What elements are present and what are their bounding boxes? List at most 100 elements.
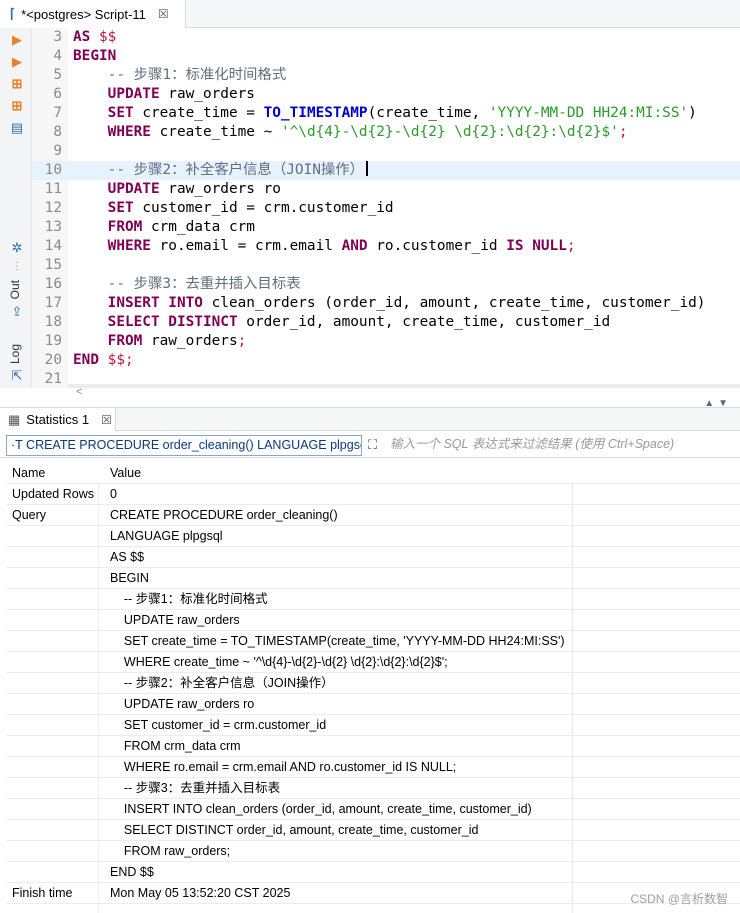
table-row[interactable]: Updated Rows 0 (6, 484, 740, 505)
code-text: END $$; (73, 351, 134, 370)
code-line[interactable]: 20 END $$; (32, 351, 740, 370)
line-number: 19 (44, 333, 62, 349)
table-row[interactable]: -- 步骤1：标准化时间格式 (6, 589, 740, 610)
code-line[interactable]: 4 BEGIN (32, 47, 740, 66)
code-token: ro.customer_id (367, 238, 507, 254)
code-text: WHERE ro.email = crm.email AND ro.custom… (73, 237, 576, 256)
results-tab-bar: ▦ Statistics 1 ☒ (0, 407, 740, 431)
explain-plan-icon[interactable]: ▤ (9, 120, 25, 136)
code-text: -- 步骤2：补全客户信息（JOIN操作） (73, 161, 369, 180)
table-row[interactable]: BEGIN (6, 568, 740, 589)
code-line[interactable]: 7 SET create_time = TO_TIMESTAMP(create_… (32, 104, 740, 123)
sql-editor[interactable]: 3 AS $$ 4 BEGIN 5 -- 步骤1：标准化时间格式 6 UPDATE raw… (32, 28, 740, 388)
code-line[interactable]: 15 (32, 256, 740, 275)
code-token: IS NULL (506, 238, 567, 254)
code-line[interactable]: 11 UPDATE raw_orders ro (32, 180, 740, 199)
code-line[interactable]: 19 FROM raw_orders; (32, 332, 740, 351)
line-number: 13 (44, 219, 62, 235)
filter-expand-icon[interactable]: ⛶ (368, 437, 377, 453)
code-line[interactable]: 16 -- 步骤3：去重并插入目标表 (32, 275, 740, 294)
table-row[interactable]: UPDATE raw_orders ro (6, 694, 740, 715)
tab-statistics-1[interactable]: ▦ Statistics 1 ☒ (0, 408, 116, 431)
table-row[interactable]: UPDATE raw_orders (6, 610, 740, 631)
code-line[interactable]: 5 -- 步骤1：标准化时间格式 (32, 66, 740, 85)
settings-gear-icon[interactable]: ✲ (9, 240, 25, 256)
table-row[interactable]: -- 步骤3：去重并插入目标表 (6, 778, 740, 799)
code-line[interactable]: 14 WHERE ro.email = crm.email AND ro.cus… (32, 237, 740, 256)
code-token: create_time ~ (150, 124, 281, 140)
close-icon[interactable]: ☒ (158, 7, 169, 21)
code-token: ro.email = crm.email (150, 238, 342, 254)
table-row[interactable]: LANGUAGE plpgsql (6, 526, 740, 547)
code-token: order_id, amount, create_time, customer_… (237, 314, 611, 330)
log-panel-label[interactable]: Log (8, 344, 22, 364)
table-row[interactable]: SET customer_id = crm.customer_id (6, 715, 740, 736)
execute-script-icon[interactable]: ⊞ (9, 76, 25, 92)
code-token: UPDATE (107, 86, 160, 102)
output-panel-label[interactable]: Out (8, 280, 22, 299)
table-row[interactable]: WHERE ro.email = crm.email AND ro.custom… (6, 757, 740, 778)
more-dots-icon[interactable]: ⋮ (9, 258, 25, 274)
line-number: 16 (44, 276, 62, 292)
code-line[interactable]: 8 WHERE create_time ~ '^\d{4}-\d{2}-\d{2… (32, 123, 740, 142)
code-token: UPDATE (107, 181, 160, 197)
table-row[interactable]: SET create_time = TO_TIMESTAMP(create_ti… (6, 631, 740, 652)
cell-value: WHERE create_time ~ '^\d{4}-\d{2}-\d{2} … (110, 655, 448, 669)
cell-value: BEGIN (110, 571, 149, 585)
close-icon[interactable]: ☒ (101, 413, 112, 427)
code-line[interactable]: 3 AS $$ (32, 28, 740, 47)
scroll-left-icon[interactable]: < (76, 386, 82, 398)
code-line[interactable]: 12 SET customer_id = crm.customer_id (32, 199, 740, 218)
table-row[interactable]: END $$ (6, 862, 740, 883)
line-number: 17 (44, 295, 62, 311)
watermark: CSDN @言析数智 (630, 892, 728, 906)
results-filter-bar: ·T CREATE PROCEDURE order_cleaning() LAN… (0, 432, 740, 458)
code-line[interactable]: 9 (32, 142, 740, 161)
code-token: ; (237, 333, 247, 349)
header-value[interactable]: Value (110, 463, 141, 484)
cell-value: UPDATE raw_orders ro (110, 697, 255, 711)
filter-expression-input[interactable]: 输入一个 SQL 表达式来过滤结果 (使用 Ctrl+Space) (390, 435, 736, 456)
cell-value: FROM raw_orders; (110, 844, 231, 858)
table-row[interactable]: FROM raw_orders; (6, 841, 740, 862)
horizontal-scrollbar[interactable] (68, 384, 740, 388)
tab-statistics-title: Statistics 1 (26, 412, 90, 427)
table-row[interactable]: SELECT DISTINCT order_id, amount, create… (6, 820, 740, 841)
line-number: 12 (44, 200, 62, 216)
line-number: 11 (44, 181, 62, 197)
table-row[interactable]: -- 步骤2：补全客户信息（JOIN操作） (6, 673, 740, 694)
code-line[interactable]: 6 UPDATE raw_orders (32, 85, 740, 104)
cell-name: Updated Rows (12, 487, 94, 501)
code-text: SET create_time = TO_TIMESTAMP(create_ti… (73, 104, 697, 123)
line-number: 14 (44, 238, 62, 254)
log-toggle-icon[interactable]: ⇱ (9, 368, 25, 384)
code-token: customer_id = crm.customer_id (133, 200, 394, 216)
line-number: 8 (53, 124, 62, 140)
code-line[interactable]: 17 INSERT INTO clean_orders (order_id, a… (32, 294, 740, 313)
tab-script-title: *<postgres> Script-11 (21, 6, 146, 22)
code-token: FROM (107, 219, 143, 235)
code-line[interactable]: 18 SELECT DISTINCT order_id, amount, cre… (32, 313, 740, 332)
code-line[interactable]: 13 FROM crm_data crm (32, 218, 740, 237)
table-row[interactable]: WHERE create_time ~ '^\d{4}-\d{2}-\d{2} … (6, 652, 740, 673)
execute-in-new-tab-icon[interactable]: ▶ (9, 54, 25, 70)
line-number: 3 (53, 29, 62, 45)
execute-statement-icon[interactable]: ▶ (9, 32, 25, 48)
tab-script-11[interactable]: ⌈ *<postgres> Script-11 ☒ (0, 0, 186, 28)
code-token: WHERE (107, 124, 151, 140)
query-selector[interactable]: ·T CREATE PROCEDURE order_cleaning() LAN… (6, 435, 362, 456)
output-toggle-icon[interactable]: ⇪ (9, 304, 25, 320)
table-row[interactable]: INSERT INTO clean_orders (order_id, amou… (6, 799, 740, 820)
code-token: $$; (107, 352, 134, 368)
code-token: BEGIN (73, 48, 117, 64)
code-line[interactable]: 10 -- 步骤2：补全客户信息（JOIN操作） (32, 161, 740, 180)
table-row[interactable]: FROM crm_data crm (6, 736, 740, 757)
header-name[interactable]: Name (12, 463, 45, 484)
table-row[interactable]: AS $$ (6, 547, 740, 568)
code-text: AS $$ (73, 28, 116, 47)
table-row[interactable]: Query CREATE PROCEDURE order_cleaning() (6, 505, 740, 526)
execute-script-new-tab-icon[interactable]: ⊞ (9, 98, 25, 114)
